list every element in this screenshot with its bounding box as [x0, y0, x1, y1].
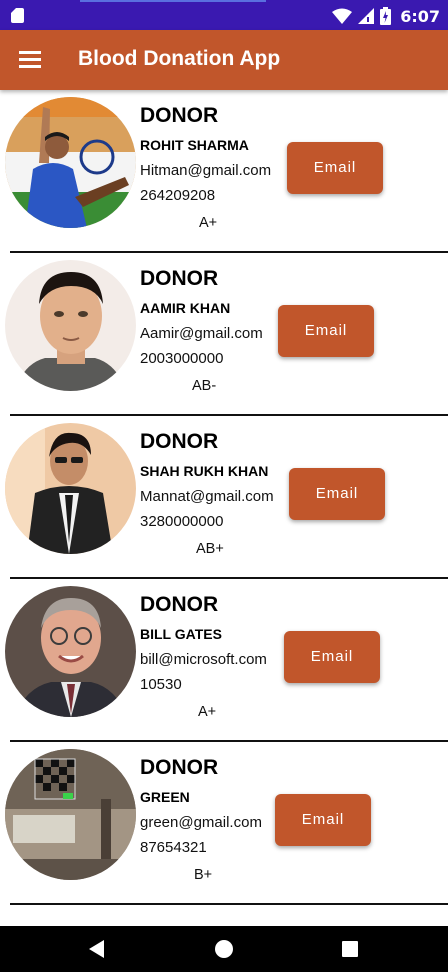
donor-email: green@gmail.com [140, 814, 262, 831]
donor-email: Aamir@gmail.com [140, 325, 263, 342]
donor-card: DONOR ROHIT SHARMA Hitman@gmail.com 2642… [0, 90, 448, 253]
donor-name: GREEN [140, 789, 190, 805]
donor-name: ROHIT SHARMA [140, 137, 249, 153]
donor-email: bill@microsoft.com [140, 651, 267, 668]
sd-card-icon [11, 8, 24, 23]
donor-role: DONOR [140, 267, 219, 290]
status-bar-accent [80, 0, 266, 2]
donor-blood-group: AB- [192, 378, 217, 394]
donor-card: DONOR BILL GATES bill@microsoft.com 1053… [0, 579, 448, 742]
donor-phone: 3280000000 [140, 513, 224, 530]
donor-name: SHAH RUKH KHAN [140, 463, 269, 479]
battery-charging-icon [380, 7, 392, 25]
donor-avatar [5, 423, 136, 554]
home-icon[interactable] [215, 940, 233, 958]
donor-role: DONOR [140, 756, 219, 779]
email-button[interactable]: Email [278, 305, 374, 357]
hamburger-menu-icon[interactable] [19, 51, 41, 69]
donor-phone: 87654321 [140, 839, 207, 856]
donor-role: DONOR [140, 430, 219, 453]
signal-icon [358, 8, 375, 24]
recents-icon[interactable] [342, 941, 358, 957]
donor-phone: 264209208 [140, 187, 216, 204]
donor-phone: 10530 [140, 676, 182, 693]
donor-avatar [5, 586, 136, 717]
status-time: 6:07 [400, 6, 440, 26]
wifi-icon [332, 8, 353, 24]
donor-list: DONOR ROHIT SHARMA Hitman@gmail.com 2642… [0, 90, 448, 905]
email-button[interactable]: Email [287, 142, 383, 194]
donor-avatar [5, 260, 136, 391]
donor-email: Hitman@gmail.com [140, 162, 272, 179]
app-title: Blood Donation App [78, 47, 281, 70]
donor-phone: 2003000000 [140, 350, 224, 367]
status-bar: 6:07 [0, 0, 448, 30]
divider [10, 903, 448, 905]
email-button[interactable]: Email [289, 468, 385, 520]
donor-name: AAMIR KHAN [140, 300, 231, 316]
donor-email: Mannat@gmail.com [140, 488, 274, 505]
email-button[interactable]: Email [284, 631, 380, 683]
email-button[interactable]: Email [275, 794, 371, 846]
donor-name: BILL GATES [140, 626, 222, 642]
app-bar: Blood Donation App [0, 30, 448, 90]
navigation-bar [0, 926, 448, 972]
donor-blood-group: B+ [194, 867, 213, 883]
donor-role: DONOR [140, 104, 219, 127]
donor-card: DONOR SHAH RUKH KHAN Mannat@gmail.com 32… [0, 416, 448, 579]
donor-card: DONOR GREEN green@gmail.com 87654321 B+ … [0, 742, 448, 905]
donor-role: DONOR [140, 593, 219, 616]
donor-avatar [5, 749, 136, 880]
status-icons: 6:07 [332, 5, 440, 27]
donor-card: DONOR AAMIR KHAN Aamir@gmail.com 2003000… [0, 253, 448, 416]
donor-blood-group: A+ [199, 215, 218, 231]
donor-blood-group: A+ [198, 704, 217, 720]
donor-blood-group: AB+ [196, 541, 224, 557]
donor-avatar [5, 97, 136, 228]
back-icon[interactable] [89, 940, 104, 958]
